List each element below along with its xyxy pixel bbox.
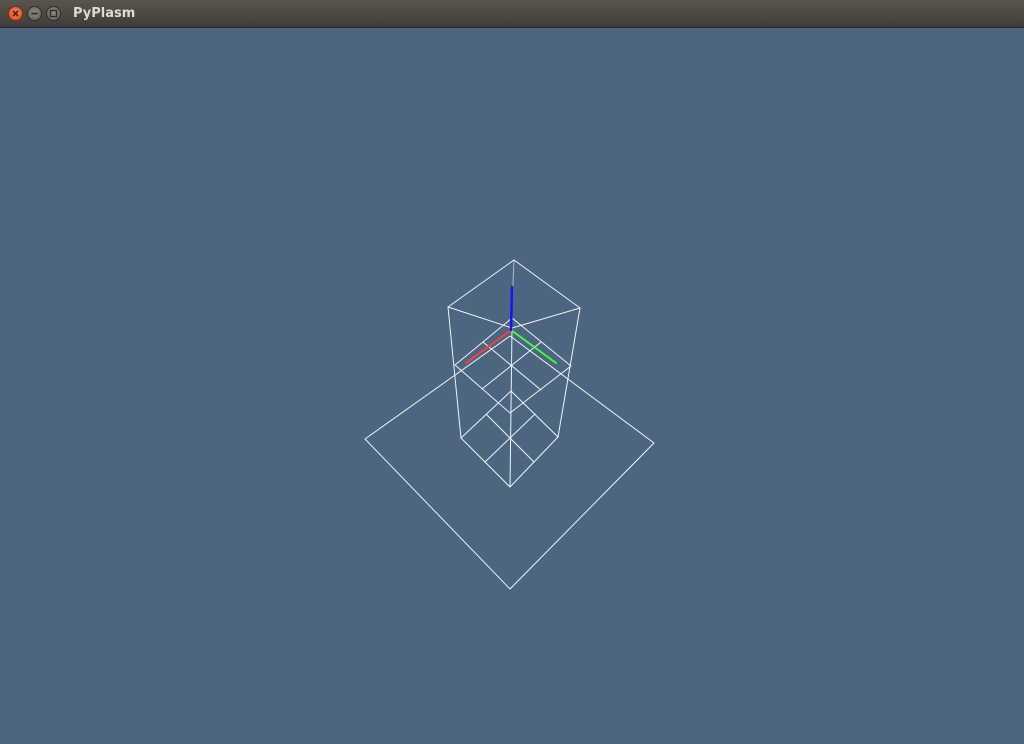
minimize-button[interactable] xyxy=(27,6,42,21)
close-button[interactable] xyxy=(8,6,23,21)
box-edge-right xyxy=(557,307,581,438)
z-axis xyxy=(509,285,514,332)
minimize-icon xyxy=(31,12,38,15)
box-edge-front xyxy=(509,327,513,488)
title-bar[interactable]: PyPlasm xyxy=(0,0,1024,28)
ground-plane xyxy=(364,335,655,590)
window-title: PyPlasm xyxy=(73,6,136,21)
x-axis xyxy=(465,329,512,364)
maximize-button[interactable] xyxy=(46,6,61,21)
3d-viewport[interactable] xyxy=(0,28,1024,744)
wireframe-scene xyxy=(364,259,655,590)
app-window: PyPlasm xyxy=(0,0,1024,744)
maximize-icon xyxy=(49,9,58,18)
close-icon xyxy=(12,10,19,17)
